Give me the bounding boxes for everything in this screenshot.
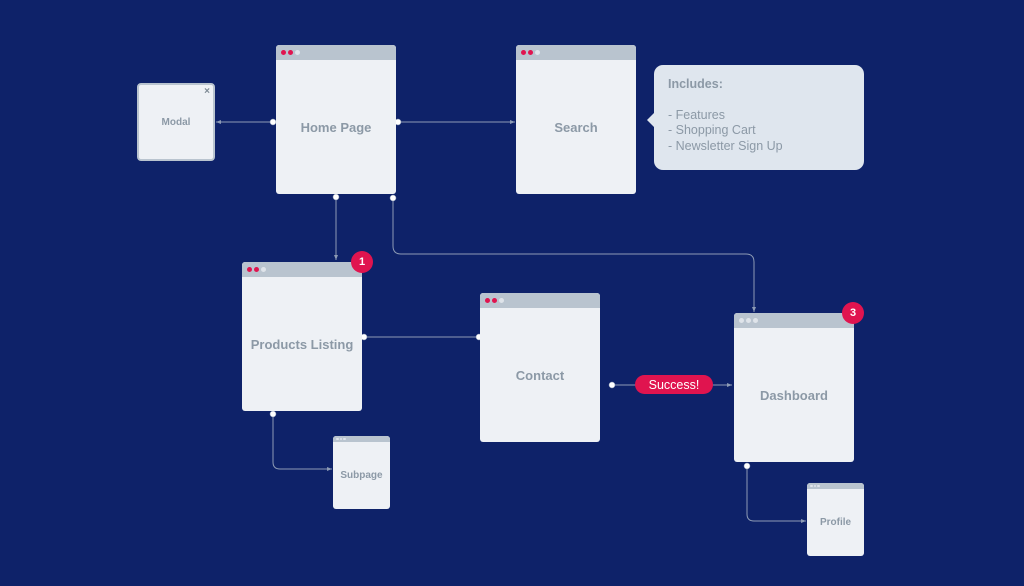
window-dot-icon <box>817 484 820 488</box>
count-badge: 1 <box>351 251 373 273</box>
window-header <box>516 45 636 60</box>
window-header <box>480 293 600 308</box>
window-dot-icon <box>281 50 286 55</box>
edge-products-subpage <box>272 414 332 471</box>
node-home-page[interactable]: Home Page <box>276 45 396 194</box>
window-dot-icon <box>813 484 816 488</box>
window-header <box>734 313 854 328</box>
window-dot-icon <box>753 318 758 323</box>
node-label: Modal <box>161 116 191 128</box>
node-label: Home Page <box>300 119 372 135</box>
includes-tooltip: Includes: - Features - Shopping Cart - N… <box>647 65 864 170</box>
window-dot-icon <box>739 318 744 323</box>
window-dot-icon <box>288 50 293 55</box>
window-dot-icon <box>521 50 526 55</box>
node-label: Subpage <box>340 470 383 481</box>
window-dot-icon <box>247 267 252 272</box>
node-subpage[interactable]: Subpage <box>333 436 390 509</box>
node-search[interactable]: Search <box>516 45 636 194</box>
node-dashboard[interactable]: Dashboard <box>734 313 854 462</box>
window-dot-icon <box>535 50 540 55</box>
count-badge: 3 <box>842 302 864 324</box>
close-icon[interactable]: × <box>204 86 210 97</box>
window-dot-icon <box>528 50 533 55</box>
window-dot-icon <box>499 298 504 303</box>
node-label: Contact <box>515 367 565 383</box>
node-label: Products Listing <box>250 336 354 352</box>
window-dot-icon <box>492 298 497 303</box>
node-modal[interactable]: × Modal <box>137 83 215 161</box>
node-label: Profile <box>819 517 852 528</box>
tooltip-item: - Features <box>668 107 725 122</box>
success-edge-label: Success! <box>635 375 713 394</box>
window-header <box>276 45 396 60</box>
window-dot-icon <box>485 298 490 303</box>
window-dot-icon <box>254 267 259 272</box>
window-dot-icon <box>295 50 300 55</box>
tooltip-title: Includes: <box>668 77 723 91</box>
node-profile[interactable]: Profile <box>807 483 864 556</box>
tooltip-item: - Newsletter Sign Up <box>668 138 783 153</box>
window-header <box>242 262 362 277</box>
edge-dashboard-profile <box>746 466 806 523</box>
tooltip-item: - Shopping Cart <box>668 123 756 137</box>
window-dot-icon <box>336 437 339 441</box>
window-dot-icon <box>810 484 813 488</box>
window-dot-icon <box>746 318 751 323</box>
node-products-listing[interactable]: Products Listing <box>242 262 362 411</box>
node-label: Dashboard <box>760 387 828 403</box>
window-dot-icon <box>343 437 346 441</box>
node-contact[interactable]: Contact <box>480 293 600 442</box>
window-dot-icon <box>339 437 342 441</box>
window-dot-icon <box>261 267 266 272</box>
node-label: Search <box>554 119 598 135</box>
